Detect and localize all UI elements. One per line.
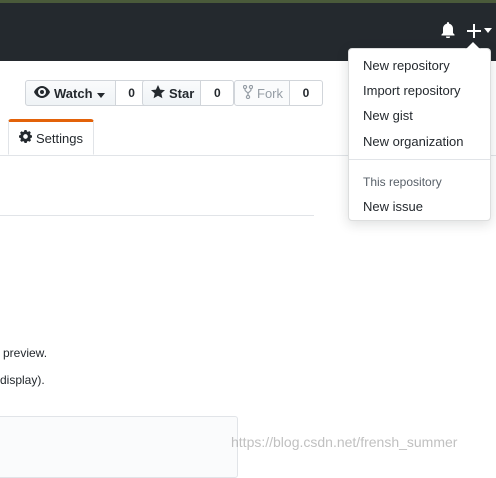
menu-item-new-repository[interactable]: New repository (363, 58, 450, 73)
plus-icon (467, 24, 481, 38)
watch-button[interactable]: Watch (25, 80, 116, 106)
settings-text-line-1: preview. (3, 346, 48, 360)
eye-icon (34, 85, 54, 101)
header-accent-strip (0, 0, 496, 3)
fork-label: Fork (257, 85, 283, 101)
gear-icon (19, 130, 36, 146)
create-new-dropdown: New repository Import repository New gis… (348, 41, 491, 221)
menu-item-import-repository[interactable]: Import repository (363, 83, 461, 98)
menu-item-new-organization[interactable]: New organization (363, 134, 463, 149)
star-count[interactable]: 0 (201, 80, 235, 106)
caret-down-icon (96, 86, 109, 101)
star-icon (151, 84, 169, 102)
star-group: Star 0 (142, 80, 235, 106)
dropdown-section-header: This repository (363, 175, 442, 189)
watch-label: Watch (54, 85, 93, 101)
star-label: Star (169, 85, 195, 101)
bell-icon[interactable] (441, 22, 457, 40)
fork-count[interactable]: 0 (290, 80, 323, 106)
fork-group: Fork 0 (234, 80, 323, 106)
settings-panel-box (0, 416, 238, 478)
tab-settings[interactable]: Settings (8, 119, 94, 155)
create-new-button[interactable] (467, 21, 495, 41)
section-divider (0, 215, 314, 216)
fork-button[interactable]: Fork (234, 80, 290, 106)
dropdown-divider (349, 159, 490, 160)
settings-text-line-2: display). (0, 373, 45, 387)
watermark: https://blog.csdn.net/frensh_summer (231, 434, 458, 450)
menu-item-new-issue[interactable]: New issue (363, 199, 423, 214)
menu-item-new-gist[interactable]: New gist (363, 108, 413, 123)
tab-settings-label: Settings (36, 130, 83, 146)
watch-group: Watch 0 (25, 80, 149, 106)
fork-icon (242, 84, 257, 102)
star-button[interactable]: Star (142, 80, 202, 106)
caret-down-icon (484, 28, 492, 34)
